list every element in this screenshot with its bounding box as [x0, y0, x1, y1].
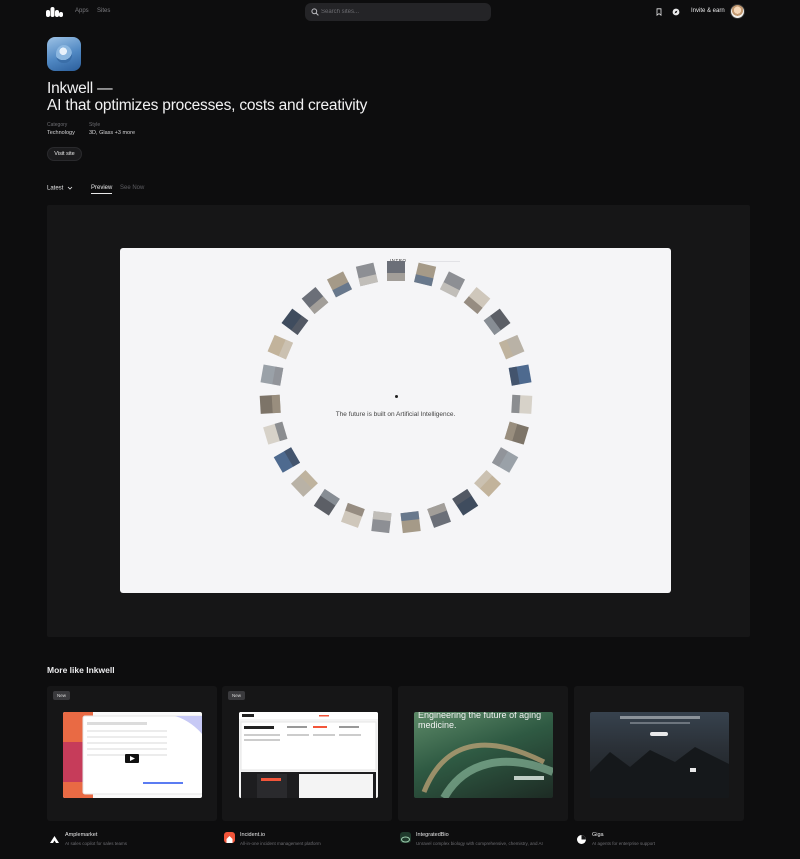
card-screenshot[interactable]: [63, 712, 202, 798]
style-value[interactable]: 3D, Glass +3 more: [89, 130, 135, 136]
card-description: AI agents for enterprise support: [592, 841, 656, 846]
card-name[interactable]: Amplemarket: [65, 832, 97, 838]
ring-photo: [414, 262, 437, 287]
ring-photo: [508, 364, 532, 386]
giga-logo-icon: [576, 832, 587, 844]
ring-photo: [341, 502, 365, 528]
card-description: Unravel complex biology with comprehensi…: [416, 841, 543, 846]
ring-photo: [427, 502, 451, 528]
card-name[interactable]: IntegratedBio: [416, 832, 449, 838]
card-name[interactable]: Incident.io: [240, 832, 265, 838]
ring-photo: [260, 364, 284, 386]
ring-photo: [387, 261, 405, 281]
chevron-down-icon: [67, 186, 73, 190]
brand-logo[interactable]: [46, 7, 63, 17]
ring-photo: [263, 421, 288, 445]
app-icon: [47, 37, 81, 71]
image-ring: [259, 261, 533, 534]
amplemarket-preview: [63, 712, 202, 798]
more-like-heading: More like Inkwell: [47, 665, 115, 675]
ring-photo: [313, 489, 340, 516]
top-nav: Apps Sites Invite & earn: [0, 0, 800, 24]
ring-photo: [463, 287, 491, 314]
new-badge: New: [53, 691, 71, 700]
ring-photo: [474, 470, 502, 497]
ring-photo: [267, 334, 294, 360]
site-preview[interactable]: INTRO The future is built on Artificial …: [120, 248, 671, 593]
nav-link-sites[interactable]: Sites: [97, 8, 110, 14]
ring-photo: [273, 447, 301, 473]
tab-see-now[interactable]: See Now: [120, 185, 144, 191]
invite-link[interactable]: Invite & earn: [691, 8, 725, 14]
bookmark-icon[interactable]: [655, 8, 663, 16]
card-description: AI sales copilot for sales teams: [65, 841, 128, 846]
title-line-2: AI that optimizes processes, costs and c…: [47, 97, 368, 114]
ring-photo: [326, 271, 353, 298]
card-screenshot[interactable]: [590, 712, 729, 798]
card-description: All-in-one incident management platform: [240, 841, 321, 846]
version-dropdown[interactable]: Latest: [47, 185, 73, 192]
search-icon: [311, 8, 319, 16]
incident-preview: [239, 712, 378, 798]
ring-photo: [371, 511, 392, 534]
card-screenshot[interactable]: [239, 712, 378, 798]
category-label: Category: [47, 122, 68, 128]
ring-photo: [439, 271, 466, 298]
ring-photo: [483, 308, 511, 335]
integratedbio-logo-icon: [400, 832, 411, 843]
tab-preview[interactable]: Preview: [91, 185, 113, 194]
version-label: Latest: [47, 185, 64, 192]
ring-photo: [498, 334, 525, 360]
ring-photo: [504, 421, 529, 445]
ring-photo: [355, 262, 378, 287]
incident-logo-icon: [224, 832, 235, 843]
card-screenshot[interactable]: Engineering the future of aging medicine…: [414, 712, 553, 798]
ring-photo: [452, 489, 479, 516]
avatar[interactable]: [730, 4, 745, 19]
ring-photo: [491, 447, 519, 473]
category-value[interactable]: Technology: [47, 130, 75, 136]
page-title: Inkwell — AI that optimizes processes, c…: [47, 80, 367, 114]
new-badge: New: [228, 691, 246, 700]
ring-photo: [301, 287, 329, 314]
explore-icon[interactable]: [672, 8, 680, 16]
style-label: Style: [89, 122, 101, 128]
search-input[interactable]: [321, 3, 481, 21]
ring-photo: [290, 470, 318, 497]
title-line-1: Inkwell —: [47, 80, 113, 97]
card-screenshot-heading: Engineering the future of aging medicine…: [418, 712, 542, 730]
ring-photo: [400, 511, 421, 534]
center-dot: [395, 395, 398, 398]
preview-tagline: The future is built on Artificial Intell…: [335, 411, 456, 418]
amplemarket-logo-icon: [49, 832, 60, 843]
giga-preview: [590, 716, 729, 798]
visit-site-button[interactable]: Visit site: [47, 147, 82, 161]
ring-photo: [281, 308, 309, 335]
search-bar[interactable]: [305, 3, 491, 21]
nav-link-apps[interactable]: Apps: [75, 8, 89, 14]
card-name[interactable]: Giga: [592, 832, 604, 838]
